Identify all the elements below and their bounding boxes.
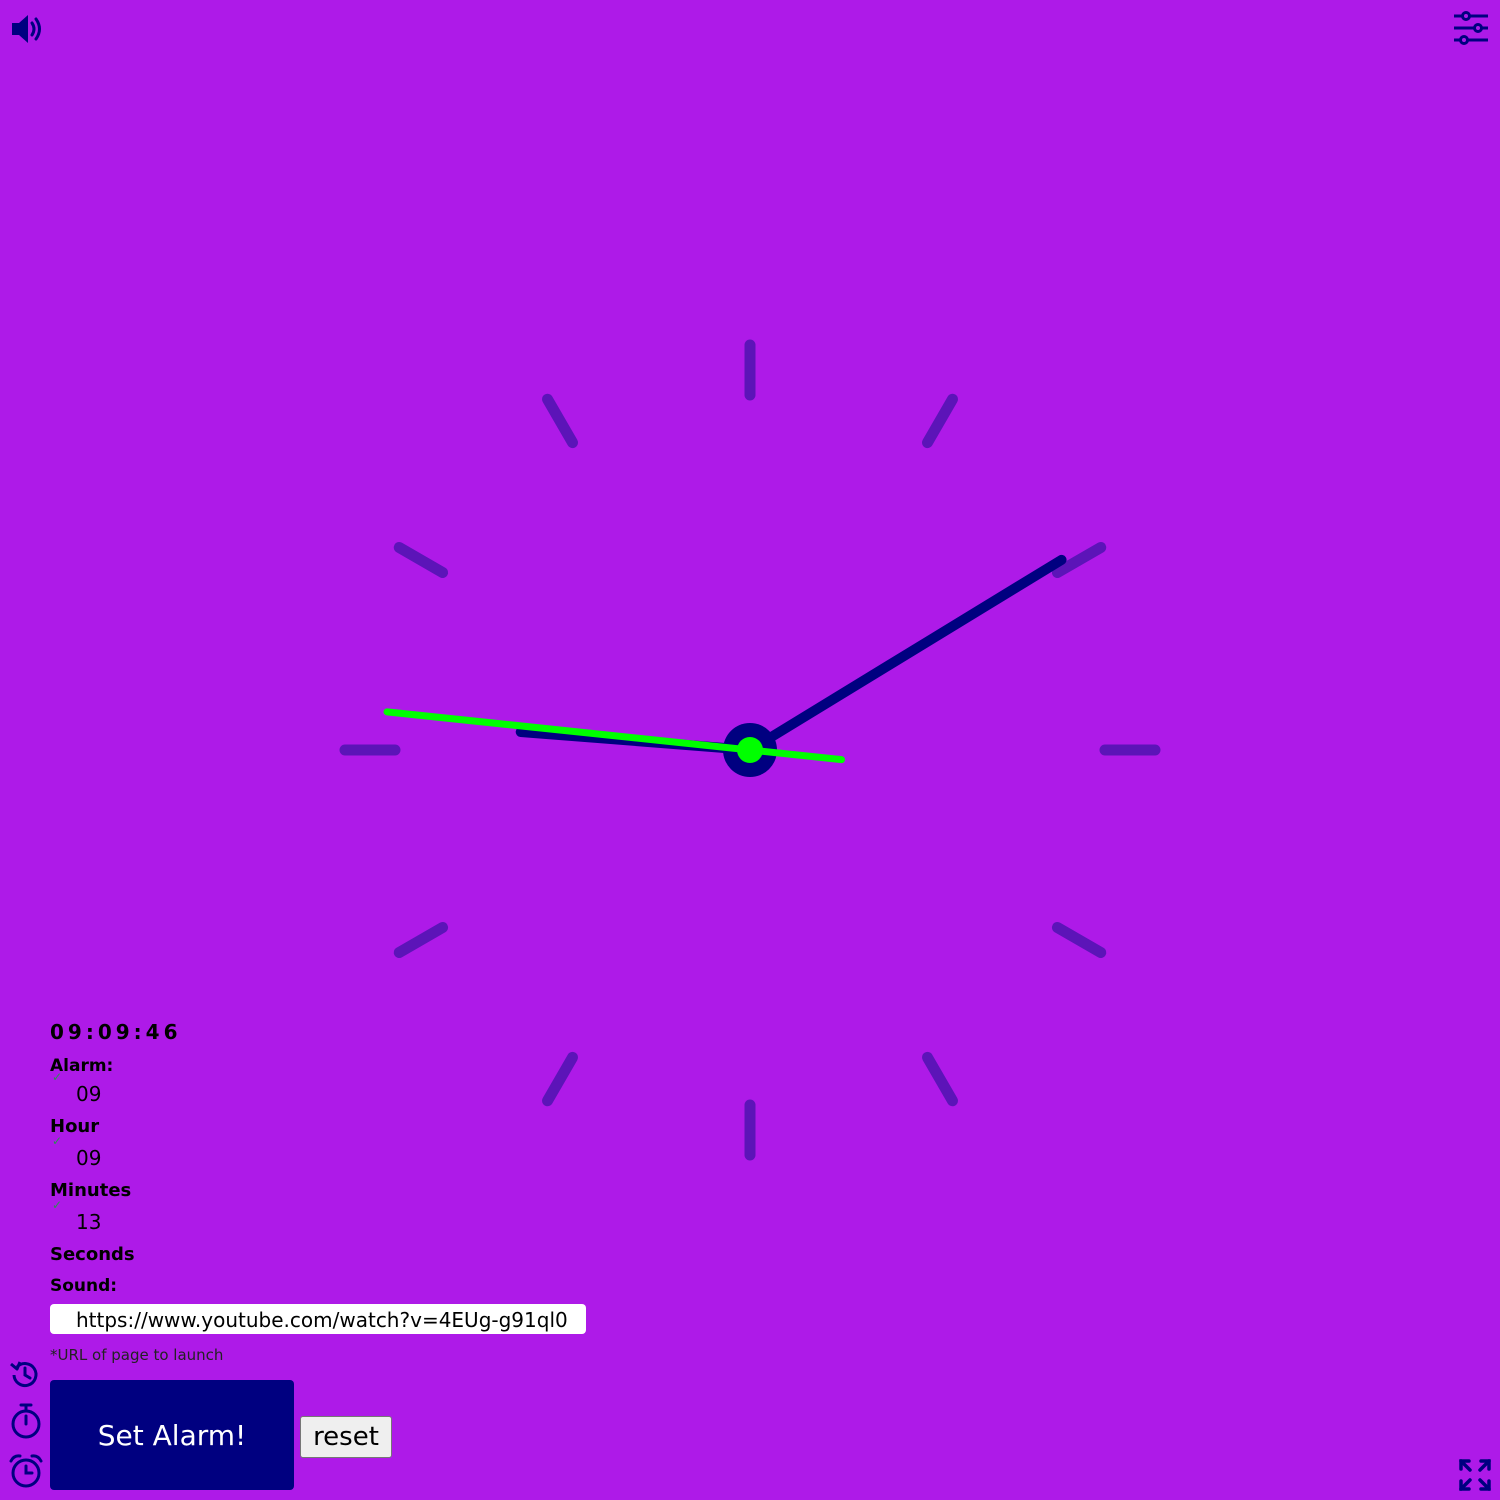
hour-label: Hour xyxy=(50,1116,100,1137)
hour-tick-5 xyxy=(922,1051,958,1107)
alarm-clock-icon[interactable] xyxy=(8,1452,44,1490)
hour-tick-8 xyxy=(393,922,449,958)
stopwatch-icon[interactable] xyxy=(9,1402,43,1440)
minutes-select-value: 09 xyxy=(76,1146,102,1170)
set-alarm-button[interactable]: Set Alarm! xyxy=(50,1380,294,1490)
chevron-down-icon: ✓ xyxy=(52,1198,63,1212)
alarm-title: Alarm: xyxy=(50,1056,114,1076)
minutes-label: Minutes xyxy=(50,1180,132,1201)
chevron-down-icon: ✓ xyxy=(52,1070,63,1084)
minutes-select[interactable]: ✓ 09 xyxy=(50,1134,650,1180)
clock-page: 09:09:46 Alarm: ✓ 09 Hour ✓ 09 Minutes ✓… xyxy=(0,0,1500,1500)
seconds-select-value: 13 xyxy=(76,1210,102,1234)
fullscreen-icon[interactable] xyxy=(1458,1458,1492,1492)
url-hint: *URL of page to launch xyxy=(50,1346,224,1364)
seconds-select[interactable]: ✓ 13 xyxy=(50,1198,650,1244)
hour-tick-10 xyxy=(393,542,449,578)
minute-hand xyxy=(745,554,1067,755)
hour-select[interactable]: ✓ 09 xyxy=(50,1070,650,1116)
hour-tick-4 xyxy=(1051,922,1107,958)
sound-label: Sound: xyxy=(50,1276,118,1296)
hour-tick-11 xyxy=(542,393,578,449)
hour-select-value: 09 xyxy=(76,1082,102,1106)
second-hand-hub xyxy=(737,737,763,763)
alarm-panel: 09:09:46 Alarm: ✓ 09 Hour ✓ 09 Minutes ✓… xyxy=(50,1020,650,1364)
reset-button[interactable]: reset xyxy=(300,1416,392,1458)
chevron-down-icon: ✓ xyxy=(52,1134,63,1148)
digital-time: 09:09:46 xyxy=(50,1020,182,1044)
seconds-label: Seconds xyxy=(50,1244,135,1265)
hour-tick-1 xyxy=(922,393,958,449)
sound-url-input[interactable] xyxy=(50,1304,586,1334)
history-icon[interactable] xyxy=(8,1358,42,1392)
